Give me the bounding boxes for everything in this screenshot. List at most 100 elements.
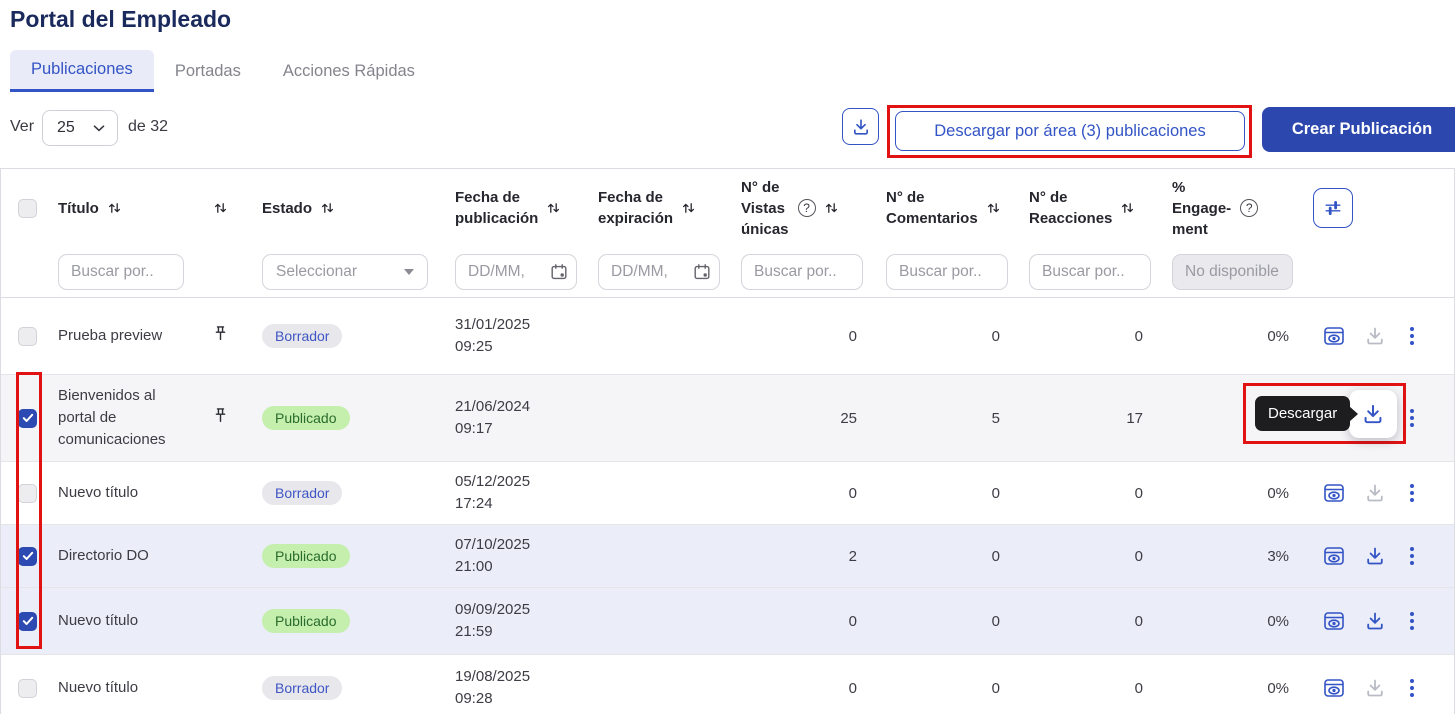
titulo-filter-input[interactable] <box>58 254 184 290</box>
download-icon[interactable] <box>1364 325 1386 347</box>
reacciones-value: 0 <box>1135 328 1143 345</box>
page-size-select[interactable]: 25 <box>42 110 118 146</box>
header-actions <box>1295 169 1455 247</box>
column-settings-button[interactable] <box>1313 188 1353 228</box>
status-badge: Borrador <box>262 481 342 505</box>
reacciones-filter-input[interactable] <box>1029 254 1151 290</box>
help-icon[interactable]: ? <box>1240 199 1258 217</box>
vistas-value: 0 <box>849 328 857 345</box>
row-title: Nuevo título <box>58 482 138 504</box>
header-comentarios[interactable]: N° de Comentarios <box>863 169 1006 247</box>
row-checkbox[interactable] <box>18 679 37 698</box>
tab-portadas[interactable]: Portadas <box>154 50 262 92</box>
status-badge: Borrador <box>262 324 342 348</box>
header-reacciones[interactable]: N° de Reacciones <box>1006 169 1149 247</box>
sort-icon[interactable] <box>214 201 227 215</box>
download-all-button[interactable] <box>842 108 879 145</box>
download-icon[interactable] <box>1364 610 1386 632</box>
more-options-icon[interactable] <box>1410 409 1414 427</box>
select-all-checkbox[interactable] <box>18 199 37 218</box>
hora-publicacion-value: 21:59 <box>455 623 493 640</box>
row-checkbox[interactable] <box>18 409 37 428</box>
row-checkbox[interactable] <box>18 612 37 631</box>
table-row: Prueba preview Borrador 31/01/202509:25 … <box>0 298 1455 375</box>
header-fecha-expiracion[interactable]: Fecha de expiración <box>575 169 718 247</box>
sliders-icon <box>1323 198 1343 218</box>
tab-acciones-rapidas[interactable]: Acciones Rápidas <box>262 50 436 92</box>
header-engagement: % Engage- ment ? <box>1149 169 1295 247</box>
comentarios-value: 0 <box>992 485 1000 502</box>
more-options-icon[interactable] <box>1410 327 1414 345</box>
vistas-value: 0 <box>849 485 857 502</box>
reacciones-value: 0 <box>1135 548 1143 565</box>
header-vistas-unicas[interactable]: N° de Vistas únicas ? <box>718 169 863 247</box>
header-fecha-publicacion[interactable]: Fecha de publicación <box>432 169 575 247</box>
page-size-value: 25 <box>57 119 75 137</box>
portal-del-empleado-page: Portal del Empleado Publicaciones Portad… <box>0 0 1455 719</box>
comentarios-value: 0 <box>992 328 1000 345</box>
chevron-down-icon <box>93 125 105 132</box>
download-icon[interactable] <box>1364 677 1386 699</box>
status-badge: Publicado <box>262 406 350 430</box>
fecha-publicacion-value: 09/09/2025 <box>455 601 530 618</box>
sort-icon[interactable] <box>547 201 560 215</box>
preview-eye-icon[interactable] <box>1322 544 1346 568</box>
row-title: Prueba preview <box>58 325 162 347</box>
fecha-expiracion-filter-input[interactable] <box>598 254 720 290</box>
fecha-publicacion-value: 21/06/2024 <box>455 398 530 415</box>
row-title: Bienvenidos al portal de comunicaciones <box>58 385 190 450</box>
status-badge: Publicado <box>262 544 350 568</box>
download-icon[interactable] <box>1364 545 1386 567</box>
comentarios-value: 5 <box>992 410 1000 427</box>
preview-eye-icon[interactable] <box>1322 406 1346 430</box>
hora-publicacion-value: 09:25 <box>455 338 493 355</box>
vistas-filter-input[interactable] <box>741 254 863 290</box>
more-options-icon[interactable] <box>1410 612 1414 630</box>
engagement-value: 0% <box>1267 613 1289 630</box>
engagement-value: 47% <box>1259 410 1289 427</box>
sort-icon[interactable] <box>682 201 695 215</box>
header-estado[interactable]: Estado <box>242 169 432 247</box>
sort-icon[interactable] <box>321 201 334 215</box>
fecha-publicacion-value: 19/08/2025 <box>455 668 530 685</box>
preview-eye-icon[interactable] <box>1322 481 1346 505</box>
preview-eye-icon[interactable] <box>1322 324 1346 348</box>
header-checkbox-cell <box>0 169 48 247</box>
vistas-value: 0 <box>849 680 857 697</box>
crear-publicacion-button[interactable]: Crear Publicación <box>1262 107 1455 152</box>
more-options-icon[interactable] <box>1410 547 1414 565</box>
header-pin-sort[interactable] <box>198 169 242 247</box>
sort-icon[interactable] <box>108 201 121 215</box>
engagement-value: 0% <box>1267 328 1289 345</box>
download-icon <box>1361 402 1385 426</box>
hora-publicacion-value: 09:28 <box>455 690 493 707</box>
header-titulo[interactable]: Título <box>48 169 198 247</box>
more-options-icon[interactable] <box>1410 679 1414 697</box>
fecha-publicacion-value: 07/10/2025 <box>455 536 530 553</box>
comentarios-value: 0 <box>992 613 1000 630</box>
row-checkbox[interactable] <box>18 327 37 346</box>
descargar-por-area-button[interactable]: Descargar por área (3) publicaciones <box>895 111 1245 151</box>
help-icon[interactable]: ? <box>798 199 816 217</box>
reacciones-value: 0 <box>1135 613 1143 630</box>
row-title: Nuevo título <box>58 610 138 632</box>
check-icon <box>22 616 34 626</box>
comentarios-filter-input[interactable] <box>886 254 1008 290</box>
preview-eye-icon[interactable] <box>1322 609 1346 633</box>
sort-icon[interactable] <box>825 201 838 215</box>
row-checkbox[interactable] <box>18 547 37 566</box>
engagement-value: 0% <box>1267 485 1289 502</box>
preview-eye-icon[interactable] <box>1322 676 1346 700</box>
sort-icon[interactable] <box>1121 201 1134 215</box>
download-button[interactable] <box>1349 390 1397 438</box>
estado-filter-select[interactable]: Seleccionar <box>262 254 428 290</box>
table-row: Nuevo título Publicado 09/09/202521:59 0… <box>0 588 1455 655</box>
download-icon[interactable] <box>1364 482 1386 504</box>
sort-icon[interactable] <box>987 201 1000 215</box>
more-options-icon[interactable] <box>1410 484 1414 502</box>
table-row: Bienvenidos al portal de comunicaciones … <box>0 375 1455 462</box>
tab-publicaciones[interactable]: Publicaciones <box>10 50 154 92</box>
tab-bar: Publicaciones Portadas Acciones Rápidas <box>10 50 436 92</box>
row-checkbox[interactable] <box>18 484 37 503</box>
fecha-publicacion-filter-input[interactable] <box>455 254 577 290</box>
